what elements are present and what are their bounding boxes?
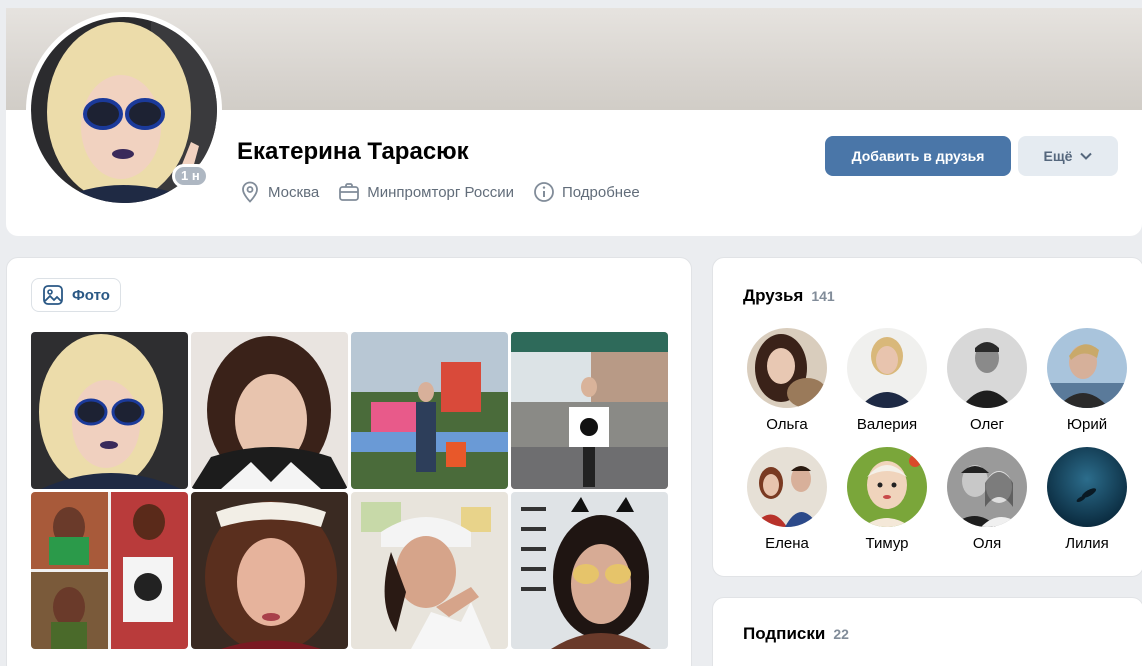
- tab-photos[interactable]: Фото: [31, 278, 121, 312]
- friend-avatar: [947, 447, 1027, 527]
- photo-thumbnail[interactable]: [351, 492, 508, 649]
- info-icon: [534, 182, 554, 202]
- chevron-down-icon: [1080, 152, 1093, 160]
- friends-header[interactable]: Друзья 141: [743, 286, 835, 306]
- tab-photos-label: Фото: [72, 286, 110, 304]
- info-work-label: Минпромторг России: [367, 183, 514, 201]
- info-city[interactable]: Москва: [238, 180, 319, 204]
- friend-name: Тимур: [865, 535, 909, 552]
- friend-name: Юрий: [1066, 416, 1108, 433]
- info-city-label: Москва: [268, 183, 320, 201]
- friend-item[interactable]: Юрий: [1037, 328, 1137, 433]
- friend-item[interactable]: Лилия: [1037, 447, 1137, 552]
- more-button-label: Ещё: [1043, 148, 1073, 164]
- photo-thumbnail[interactable]: [31, 332, 188, 489]
- friend-name: Елена: [765, 535, 809, 552]
- friend-avatar: [947, 328, 1027, 408]
- online-status-badge: 1 н: [172, 164, 209, 188]
- subscriptions-title: Подписки: [743, 624, 826, 643]
- photos-card: Фото: [6, 257, 692, 666]
- profile-name: Екатерина Тарасюк: [237, 138, 469, 165]
- friend-name: Валерия: [856, 416, 918, 433]
- more-button[interactable]: Ещё: [1018, 136, 1118, 176]
- subscriptions-card: Подписки 22: [712, 597, 1142, 666]
- add-friend-button[interactable]: Добавить в друзья: [825, 136, 1011, 176]
- photo-thumbnail[interactable]: [511, 332, 668, 489]
- friend-avatar: [847, 328, 927, 408]
- friend-name: Олег: [969, 416, 1005, 433]
- friend-avatar: [1047, 328, 1127, 408]
- friend-item[interactable]: Оля: [937, 447, 1037, 552]
- photo-thumbnail[interactable]: [351, 332, 508, 489]
- friend-item[interactable]: Тимур: [837, 447, 937, 552]
- photo-thumbnail[interactable]: [191, 332, 348, 489]
- info-work[interactable]: Минпромторг России: [337, 180, 514, 204]
- photo-thumbnail[interactable]: [31, 492, 188, 649]
- photo-grid: [31, 332, 668, 649]
- friend-avatar: [1047, 447, 1127, 527]
- friend-name: Оля: [972, 535, 1002, 552]
- friend-avatar: [847, 447, 927, 527]
- briefcase-icon: [339, 183, 360, 201]
- subscriptions-header[interactable]: Подписки 22: [743, 624, 849, 644]
- subscriptions-count: 22: [833, 626, 849, 642]
- info-details-label: Подробнее: [561, 183, 640, 201]
- info-details-link[interactable]: Подробнее: [532, 180, 640, 204]
- photo-thumbnail[interactable]: [511, 492, 668, 649]
- friends-title: Друзья: [743, 286, 804, 305]
- friends-card: Друзья 141 Ольга Валерия Олег Юрий Елена…: [712, 257, 1142, 577]
- profile-info-row: Москва Минпромторг России Подробнее: [238, 180, 640, 204]
- friend-item[interactable]: Олег: [937, 328, 1037, 433]
- friends-grid: Ольга Валерия Олег Юрий Елена Тимур Оля: [737, 328, 1137, 552]
- friend-item[interactable]: Ольга: [737, 328, 837, 433]
- location-pin-icon: [242, 181, 258, 203]
- friend-item[interactable]: Валерия: [837, 328, 937, 433]
- friend-name: Лилия: [1065, 535, 1109, 552]
- friend-name: Ольга: [766, 416, 808, 433]
- friend-avatar: [747, 447, 827, 527]
- friends-count: 141: [811, 288, 835, 304]
- friend-item[interactable]: Елена: [737, 447, 837, 552]
- image-icon: [43, 285, 63, 305]
- friend-avatar: [747, 328, 827, 408]
- photo-thumbnail[interactable]: [191, 492, 348, 649]
